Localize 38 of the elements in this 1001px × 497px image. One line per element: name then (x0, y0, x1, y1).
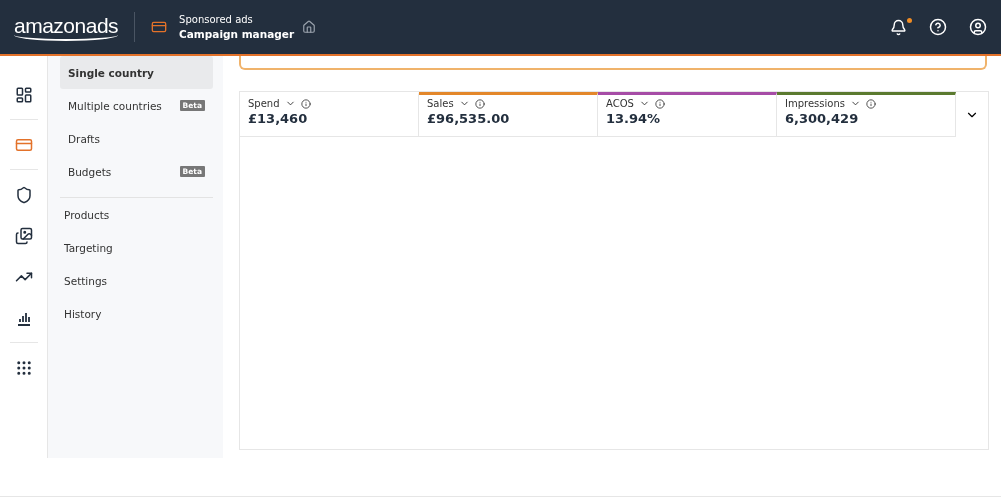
nav-label: Single country (68, 66, 154, 79)
metric-value: 6,300,429 (785, 111, 860, 126)
product-line: Sponsored ads (179, 13, 254, 27)
metric-value: £96,535.00 (427, 111, 511, 126)
account-icon[interactable] (969, 18, 987, 36)
metric-label: Spend (248, 98, 280, 109)
images-icon (14, 226, 33, 245)
info-icon[interactable] (654, 98, 665, 109)
metric-label: Sales (427, 98, 454, 109)
metric-label: Impressions (785, 98, 845, 109)
nav-item[interactable]: Targeting (60, 231, 213, 264)
home-icon[interactable] (302, 20, 317, 34)
dashboard-icon (14, 85, 33, 104)
nav-label: Budgets (68, 165, 112, 178)
info-icon[interactable] (474, 98, 485, 109)
info-icon[interactable] (300, 98, 311, 109)
notifications-icon[interactable] (890, 18, 907, 36)
nav-label: Multiple countries (68, 99, 162, 112)
metric-value: 13.94% (606, 111, 662, 126)
logo[interactable]: amazonads (14, 13, 119, 41)
apps-grid-icon (14, 358, 33, 377)
wallet-icon (151, 19, 168, 35)
nav-item[interactable]: Products (60, 198, 213, 231)
nav-item[interactable]: History (60, 297, 213, 330)
metric-tile[interactable]: Spend £13,460 (240, 92, 419, 137)
metric-tile[interactable]: Sales £96,535.00 (419, 92, 598, 137)
metric-label: ACOS (606, 98, 634, 109)
info-icon[interactable] (865, 98, 876, 109)
nav-item[interactable]: Settings (60, 264, 213, 297)
nav-label: Drafts (68, 132, 100, 145)
shield-icon (14, 185, 33, 204)
metric-tile[interactable]: ACOS 13.94% (598, 92, 777, 137)
help-icon[interactable] (929, 18, 947, 36)
product-name: Campaign manager (179, 27, 295, 41)
metric-value: £13,460 (248, 111, 309, 126)
nav-item[interactable]: Single country (60, 56, 213, 89)
metric-tile[interactable]: Impressions 6,300,429 (777, 92, 956, 137)
nav-item[interactable]: Drafts (60, 122, 213, 155)
